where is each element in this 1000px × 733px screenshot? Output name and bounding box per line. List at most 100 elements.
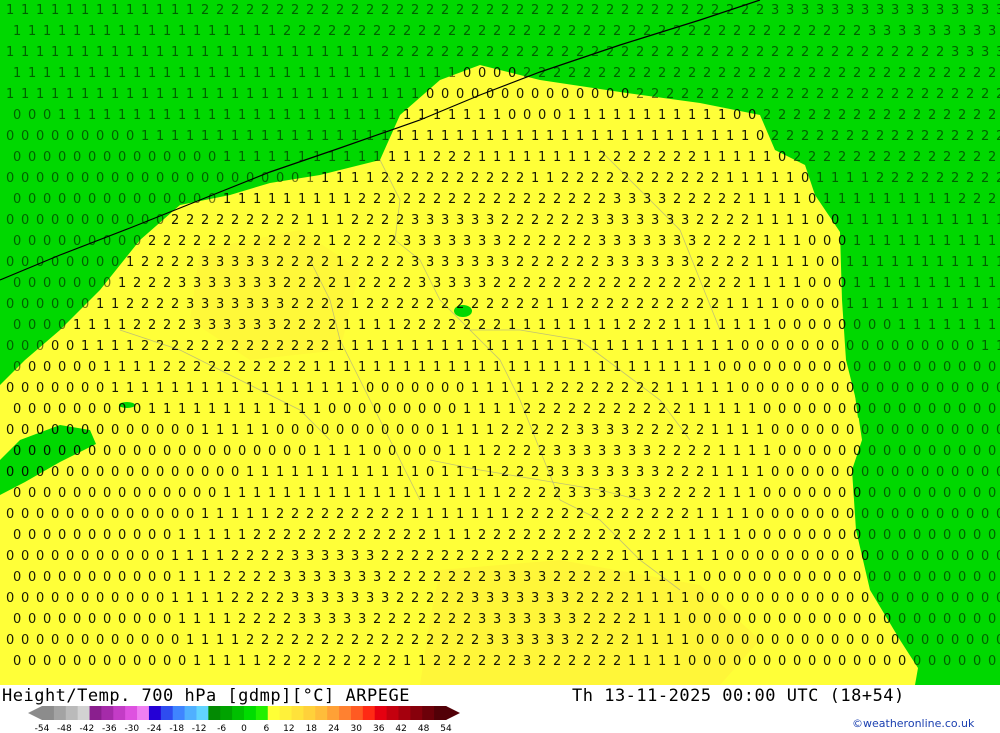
value-label: 2 [403,570,411,585]
value-label: 1 [681,591,689,606]
value-label: 1 [336,45,344,60]
value-label: 0 [823,654,831,669]
scale-tick-label: 24 [328,724,340,732]
value-label: 0 [951,465,959,480]
credit-link[interactable]: ©weatheronline.co.uk [852,717,974,730]
value-label: 2 [373,24,381,39]
value-label: 1 [501,339,509,354]
value-label: 0 [906,381,914,396]
value-label: 0 [81,591,89,606]
value-label: 2 [621,3,629,18]
value-label: 1 [268,192,276,207]
value-label: 2 [268,528,276,543]
value-label: 1 [771,297,779,312]
value-label: 0 [51,213,59,228]
value-label: 2 [771,129,779,144]
value-label: 0 [163,444,171,459]
value-label: 0 [748,612,756,627]
value-label: 0 [21,171,29,186]
value-label: 3 [493,570,501,585]
value-label: 2 [666,465,674,480]
value-label: 2 [921,45,929,60]
value-label: 2 [358,654,366,669]
value-label: 2 [448,192,456,207]
scale-tick-label: 54 [440,724,452,732]
value-label: 2 [253,360,261,375]
value-label: 0 [58,192,66,207]
value-label: 1 [433,108,441,123]
value-label: 0 [231,465,239,480]
value-label: 0 [103,192,111,207]
value-label: 0 [73,360,81,375]
value-label: 1 [81,87,89,102]
value-label: 0 [816,507,824,522]
value-label: 2 [276,255,284,270]
value-label: 0 [981,507,989,522]
value-label: 0 [178,192,186,207]
value-label: 2 [553,66,561,81]
value-label: 2 [208,360,216,375]
value-label: 0 [373,402,381,417]
value-label: 0 [861,339,869,354]
value-label: 1 [763,444,771,459]
value-label: 2 [801,129,809,144]
value-label: 2 [403,528,411,543]
value-label: 3 [516,633,524,648]
value-label: 2 [658,486,666,501]
value-label: 2 [268,654,276,669]
value-label: 3 [313,612,321,627]
value-label: 1 [478,486,486,501]
value-label: 0 [43,654,51,669]
value-label: 2 [576,381,584,396]
value-label: 1 [313,360,321,375]
value-label: 1 [141,87,149,102]
value-label: 2 [876,129,884,144]
value-label: 0 [43,150,51,165]
value-label: 0 [996,423,1000,438]
value-label: 0 [853,486,861,501]
value-label: 0 [846,465,854,480]
value-label: 3 [651,255,659,270]
value-label: 0 [291,423,299,438]
value-label: 0 [816,381,824,396]
value-label: 2 [966,171,974,186]
value-label: 0 [13,486,21,501]
value-label: 1 [703,150,711,165]
value-label: 1 [583,150,591,165]
value-label: 1 [58,108,66,123]
value-label: 2 [291,633,299,648]
value-label: 1 [156,87,164,102]
value-label: 1 [21,3,29,18]
value-label: 1 [718,402,726,417]
value-label: 1 [186,633,194,648]
value-label: 0 [201,171,209,186]
value-label: 0 [133,234,141,249]
value-label: 1 [778,276,786,291]
value-label: 1 [523,360,531,375]
value-label: 2 [261,339,269,354]
value-label: 0 [966,465,974,480]
value-label: 2 [846,87,854,102]
scale-swatch [255,706,269,720]
value-label: 2 [778,24,786,39]
value-label: 1 [246,129,254,144]
value-label: 2 [681,423,689,438]
value-label: 0 [936,339,944,354]
value-label: 1 [508,318,516,333]
value-label: 2 [808,108,816,123]
value-label: 2 [253,234,261,249]
value-label: 2 [786,45,794,60]
value-label: 2 [711,171,719,186]
value-label: 0 [193,444,201,459]
value-label: 2 [441,297,449,312]
value-label: 0 [876,423,884,438]
value-label: 2 [628,276,636,291]
value-label: 3 [268,318,276,333]
value-label: 2 [861,45,869,60]
value-label: 3 [336,549,344,564]
value-label: 1 [643,612,651,627]
scale-swatch [291,706,304,720]
value-label: 2 [358,234,366,249]
value-label: 2 [328,318,336,333]
value-label: 0 [876,381,884,396]
